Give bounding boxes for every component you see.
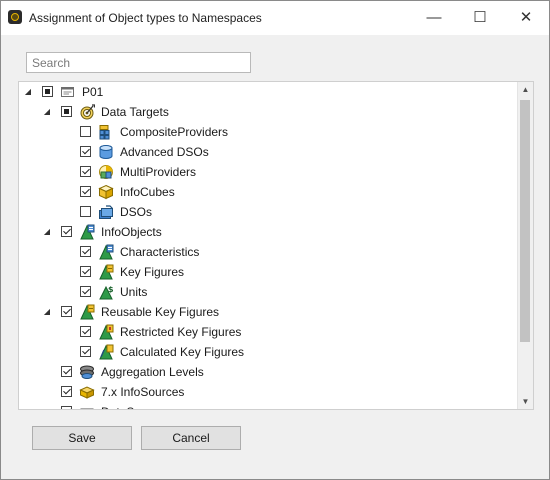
tree-row-checkbox[interactable] — [61, 386, 72, 397]
composite-provider-icon — [98, 124, 114, 140]
tree-row[interactable]: Key Figures — [19, 262, 519, 282]
tree-row[interactable]: $ Units — [19, 282, 519, 302]
expand-arrow-icon[interactable]: ◢ — [42, 102, 52, 122]
key-figures-icon — [98, 264, 114, 280]
tree-row[interactable]: ◢ Data Targets — [19, 102, 519, 122]
tree-row-label: P01 — [82, 85, 104, 99]
tree-row-checkbox[interactable] — [80, 206, 91, 217]
tree-row-checkbox[interactable] — [42, 86, 53, 97]
close-button[interactable]: ✕ — [503, 1, 549, 35]
cancel-button[interactable]: Cancel — [141, 426, 241, 450]
svg-text:$: $ — [108, 285, 114, 294]
multiprovider-icon — [98, 164, 114, 180]
tree-row[interactable]: DataSources — [19, 402, 519, 409]
infoobjects-icon — [79, 224, 95, 240]
search-input[interactable] — [26, 52, 251, 73]
reusable-key-figures-icon — [79, 304, 95, 320]
tree-row-checkbox[interactable] — [61, 366, 72, 377]
tree-row-checkbox[interactable] — [61, 226, 72, 237]
tree-row-checkbox[interactable] — [80, 126, 91, 137]
aggregation-levels-icon — [79, 364, 95, 380]
advanced-dso-icon — [98, 144, 114, 160]
tree-row-label: 7.x InfoSources — [101, 385, 185, 399]
tree-row-label: Key Figures — [120, 265, 185, 279]
infosources-icon — [79, 384, 95, 400]
tree-row-checkbox[interactable] — [80, 266, 91, 277]
calculated-key-figures-icon — [98, 344, 114, 360]
dialog-window: Assignment of Object types to Namespaces… — [0, 0, 550, 480]
tree-row[interactable]: InfoCubes — [19, 182, 519, 202]
tree-row-label: Calculated Key Figures — [120, 345, 245, 359]
tree-row-label: CompositeProviders — [120, 125, 229, 139]
vertical-scrollbar[interactable]: ▲ ▼ — [517, 82, 533, 409]
app-icon — [8, 10, 22, 24]
tree-row[interactable]: 7.x InfoSources — [19, 382, 519, 402]
tree-row[interactable]: CompositeProviders — [19, 122, 519, 142]
tree-row-label: Characteristics — [120, 245, 200, 259]
maximize-button[interactable]: ☐ — [457, 1, 503, 35]
title-bar[interactable]: Assignment of Object types to Namespaces… — [1, 1, 549, 35]
datasources-icon — [79, 404, 95, 409]
tree-row[interactable]: MultiProviders — [19, 162, 519, 182]
scroll-up-icon[interactable]: ▲ — [518, 82, 533, 97]
tree-row[interactable]: ◢ P01 — [19, 82, 519, 102]
tree-row-checkbox[interactable] — [80, 346, 91, 357]
save-button[interactable]: Save — [32, 426, 132, 450]
tree-row-label: InfoObjects — [101, 225, 162, 239]
tree-row[interactable]: Advanced DSOs — [19, 142, 519, 162]
tree-row-label: DataSources — [101, 402, 170, 409]
scroll-down-icon[interactable]: ▼ — [518, 394, 533, 409]
tree-row-checkbox[interactable] — [61, 106, 72, 117]
window-title: Assignment of Object types to Namespaces — [29, 11, 262, 25]
tree-rows: ◢ P01 ◢ Data Targets CompositeProviders Advan… — [19, 82, 519, 409]
system-icon — [60, 84, 76, 100]
tree-row-checkbox[interactable] — [61, 306, 72, 317]
object-type-tree: ◢ P01 ◢ Data Targets CompositeProviders Advan… — [18, 81, 534, 410]
tree-row[interactable]: Characteristics — [19, 242, 519, 262]
tree-row-label: Data Targets — [101, 105, 169, 119]
tree-row[interactable]: Calculated Key Figures — [19, 342, 519, 362]
tree-row[interactable]: ◢ Reusable Key Figures — [19, 302, 519, 322]
scrollbar-thumb[interactable] — [520, 100, 530, 342]
tree-row-checkbox[interactable] — [61, 406, 72, 409]
minimize-button[interactable]: — — [411, 1, 457, 35]
tree-row[interactable]: Restricted Key Figures — [19, 322, 519, 342]
tree-row-label: Aggregation Levels — [101, 365, 204, 379]
expand-arrow-icon[interactable]: ◢ — [42, 222, 52, 242]
tree-row-label: MultiProviders — [120, 165, 197, 179]
tree-row-label: Units — [120, 285, 148, 299]
tree-row[interactable]: DSOs — [19, 202, 519, 222]
infocube-icon — [98, 184, 114, 200]
tree-row-label: Restricted Key Figures — [120, 325, 242, 339]
tree-row-label: InfoCubes — [120, 185, 175, 199]
expand-arrow-icon[interactable]: ◢ — [42, 302, 52, 322]
tree-row-checkbox[interactable] — [80, 286, 91, 297]
tree-row-label: DSOs — [120, 205, 153, 219]
dso-icon — [98, 204, 114, 220]
characteristics-icon — [98, 244, 114, 260]
tree-row-label: Reusable Key Figures — [101, 305, 220, 319]
expand-arrow-icon[interactable]: ◢ — [23, 82, 33, 102]
tree-row-checkbox[interactable] — [80, 326, 91, 337]
tree-row[interactable]: Aggregation Levels — [19, 362, 519, 382]
tree-row-checkbox[interactable] — [80, 166, 91, 177]
tree-row-label: Advanced DSOs — [120, 145, 209, 159]
units-icon: $ — [98, 284, 114, 300]
data-targets-icon — [79, 104, 96, 120]
tree-row-checkbox[interactable] — [80, 246, 91, 257]
tree-row-checkbox[interactable] — [80, 146, 91, 157]
tree-row[interactable]: ◢ InfoObjects — [19, 222, 519, 242]
tree-row-checkbox[interactable] — [80, 186, 91, 197]
restricted-key-figures-icon — [98, 324, 114, 340]
